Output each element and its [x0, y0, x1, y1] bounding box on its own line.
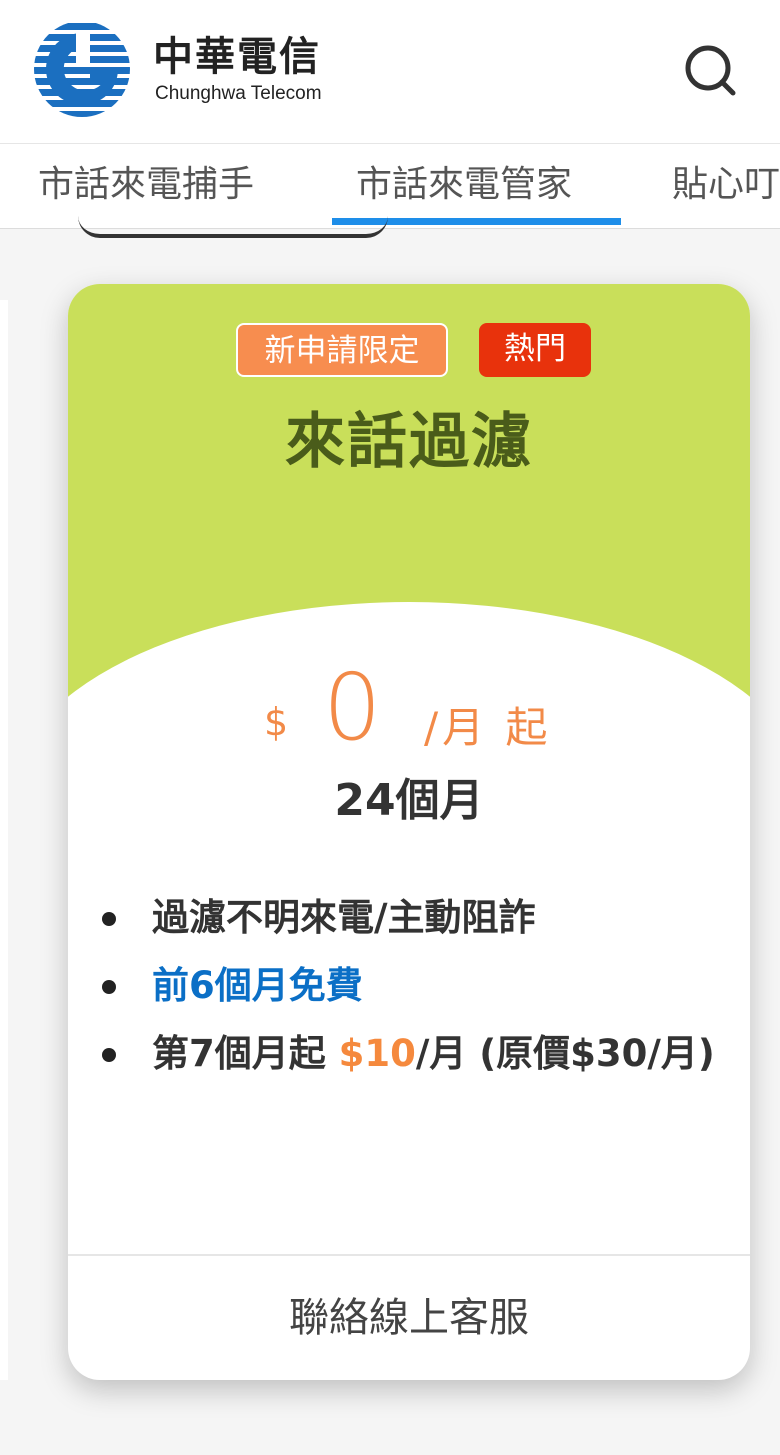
contract-term: 24個月: [334, 775, 484, 826]
chunghwa-logo-icon[interactable]: [32, 19, 132, 119]
bullet-icon: [102, 1048, 116, 1062]
price-currency: $: [264, 700, 289, 744]
new-application-badge: 新申請限定: [236, 323, 448, 377]
discount-price: $10: [338, 1032, 416, 1075]
feature-text: 過濾不明來電/主動阻詐: [152, 896, 536, 939]
contact-support-button[interactable]: 聯絡線上客服: [68, 1256, 750, 1380]
feature-suffix: /月 (原價$30/月): [415, 1032, 715, 1075]
list-item: 第7個月起 $10/月 (原價$30/月): [98, 1020, 718, 1088]
tab-call-manager[interactable]: 市話來電管家: [356, 144, 572, 226]
previous-section-edge: [78, 216, 388, 238]
brand-name-cn: 中華電信: [153, 34, 321, 80]
list-item: 前6個月免費: [98, 952, 718, 1020]
feature-prefix: 第7個月起: [152, 1032, 339, 1075]
price-unit: /月 起: [424, 703, 552, 752]
feature-list: 過濾不明來電/主動阻詐 前6個月免費 第7個月起 $10/月 (原價$30/月): [98, 884, 718, 1088]
price-amount: 0: [323, 654, 382, 761]
brand-name-en: Chunghwa Telecom: [155, 83, 322, 104]
plan-card: 新申請限定 熱門 來話過濾 $ 0 /月 起 24個月 過濾不明來電/主動阻詐 …: [68, 284, 750, 1380]
popular-badge: 熱門: [479, 323, 591, 377]
bullet-icon: [102, 912, 116, 926]
bullet-icon: [102, 980, 116, 994]
adjacent-card-edge[interactable]: [0, 300, 8, 1380]
plan-title: 來話過濾: [285, 407, 533, 477]
search-icon[interactable]: [682, 42, 738, 98]
top-header: 中華電信 Chunghwa Telecom: [0, 0, 780, 143]
tab-reminders[interactable]: 貼心叮嚀: [672, 144, 780, 226]
feature-text: 前6個月免費: [152, 964, 363, 1007]
price: $ 0 /月 起: [68, 654, 750, 764]
tab-call-catcher[interactable]: 市話來電捕手: [38, 144, 254, 226]
list-item: 過濾不明來電/主動阻詐: [98, 884, 718, 952]
